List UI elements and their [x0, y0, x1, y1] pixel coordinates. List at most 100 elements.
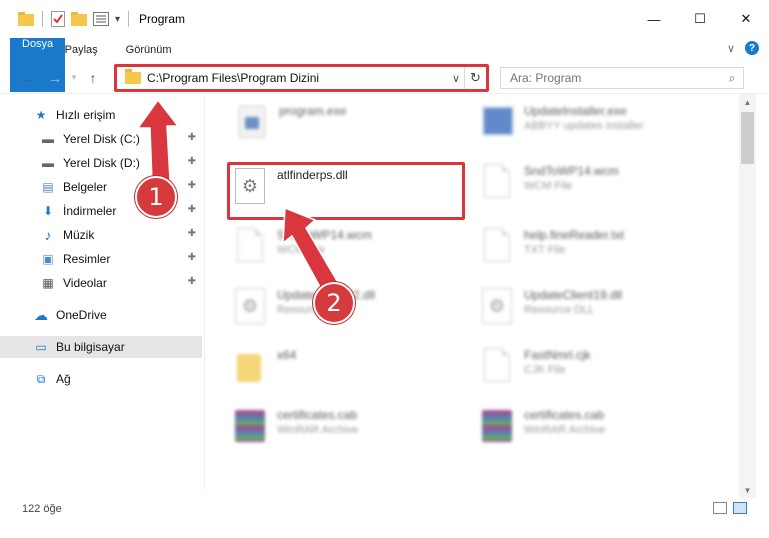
file-name: UpdateInstaller.exe — [524, 104, 627, 118]
tab-view[interactable]: Görünüm — [112, 38, 186, 62]
search-box[interactable]: ⌕ — [500, 67, 744, 89]
pin-icon[interactable]: ✚ — [188, 252, 196, 263]
file-item[interactable]: certificates.cab WinRAR Archive — [233, 406, 463, 460]
pin-icon[interactable]: ✚ — [188, 180, 196, 191]
file-name: certificates.cab — [277, 408, 358, 422]
sidebar-item-label: Videolar — [63, 276, 107, 290]
address-path[interactable]: C:\Program Files\Program Dizini — [147, 71, 448, 85]
file-name: SndToWP14.wcm — [524, 164, 619, 178]
document-icon — [480, 348, 514, 388]
sidebar-item-label: OneDrive — [56, 308, 107, 322]
vertical-scrollbar[interactable]: ▲ ▼ — [739, 94, 756, 498]
document-icon — [233, 228, 267, 268]
sidebar-item-network[interactable]: ⧉ Ağ — [0, 368, 202, 390]
file-item[interactable]: FastNmrl.cjk CJK File — [480, 346, 730, 400]
file-item[interactable]: SndToWP14.wcm WCM File — [233, 226, 463, 280]
sidebar-item-onedrive[interactable]: ☁ OneDrive — [0, 304, 202, 326]
file-name: SndToWP14.wcm — [277, 228, 372, 242]
expand-ribbon-icon[interactable]: ∨ — [727, 42, 735, 55]
folder-icon — [125, 69, 141, 84]
gear-file-icon: ⚙ — [233, 288, 267, 328]
file-list: program.exe UpdateInstaller.exe ABBYY upd… — [205, 94, 739, 490]
archive-icon — [480, 408, 514, 448]
help-icon[interactable]: ? — [745, 41, 759, 55]
file-name: program.exe — [279, 104, 347, 118]
pin-icon[interactable]: ✚ — [188, 228, 196, 239]
view-details-icon[interactable] — [93, 12, 109, 26]
maximize-button[interactable]: ☐ — [677, 0, 723, 38]
address-bar[interactable]: C:\Program Files\Program Dizini ∨ ↻ — [116, 66, 487, 90]
forward-button[interactable]: → — [42, 70, 68, 86]
step-2-badge: 2 — [313, 282, 355, 324]
sidebar-item-local-disk-d[interactable]: ▬ Yerel Disk (D:) ✚ — [0, 152, 202, 174]
toolbar-divider — [42, 11, 43, 27]
pin-icon[interactable]: ✚ — [188, 132, 196, 143]
status-bar: 122 öğe — [0, 498, 769, 520]
view-switcher — [713, 502, 747, 514]
documents-icon: ▤ — [42, 180, 54, 194]
cloud-icon: ☁ — [34, 306, 48, 323]
videos-icon: ▦ — [42, 276, 54, 290]
sidebar-item-label: Yerel Disk (C:) — [63, 132, 140, 146]
file-item[interactable]: SndToWP14.wcm WCM File — [480, 162, 730, 216]
file-item[interactable]: certificates.cab WinRAR Archive — [480, 406, 730, 460]
search-input[interactable] — [510, 71, 721, 85]
search-icon[interactable]: ⌕ — [721, 71, 743, 86]
minimize-button[interactable]: — — [631, 0, 677, 38]
close-button[interactable]: ✕ — [723, 0, 769, 38]
sidebar-item-local-disk-c[interactable]: ▬ Yerel Disk (C:) ✚ — [0, 128, 202, 150]
file-item[interactable]: ⚙ UpdateClient19.dll Resource DLL — [480, 286, 730, 340]
computer-icon: ▭ — [35, 340, 47, 354]
file-type: WCM File — [277, 244, 326, 256]
sidebar-item-label: Belgeler — [63, 180, 108, 194]
new-folder-icon[interactable] — [71, 12, 87, 26]
details-view-icon[interactable] — [713, 502, 727, 514]
file-type: WinRAR Archive — [277, 424, 359, 436]
refresh-button[interactable]: ↻ — [464, 67, 486, 89]
archive-icon — [233, 408, 267, 448]
file-item[interactable]: x64 — [233, 346, 463, 400]
large-icons-view-icon[interactable] — [733, 502, 747, 514]
sidebar-item-label: Ağ — [56, 372, 71, 386]
quick-access-toolbar: ▾ — [0, 0, 131, 38]
sidebar-item-videos[interactable]: ▦ Videolar ✚ — [0, 272, 202, 294]
pin-icon[interactable]: ✚ — [188, 156, 196, 167]
file-highlight-box — [227, 162, 465, 220]
toolbar-divider — [128, 11, 130, 27]
file-item[interactable]: UpdateInstaller.exe ABBYY updates install… — [480, 102, 730, 156]
file-type: Resource DLL — [524, 304, 595, 316]
pin-icon[interactable]: ✚ — [188, 276, 196, 287]
properties-icon[interactable] — [51, 11, 65, 27]
file-name: x64 — [277, 348, 297, 362]
file-type: WinRAR Archive — [524, 424, 606, 436]
sidebar-item-quick-access[interactable]: ★ Hızlı erişim — [0, 104, 202, 126]
sidebar-item-this-pc[interactable]: ▭ Bu bilgisayar — [0, 336, 202, 358]
chevron-down-icon[interactable]: ∨ — [448, 72, 464, 85]
installer-icon — [480, 104, 514, 144]
file-type: ABBYY updates installer — [524, 120, 644, 132]
file-name: FastNmrl.cjk — [524, 348, 591, 362]
sidebar-item-label: Bu bilgisayar — [56, 340, 125, 354]
scroll-up-arrow[interactable]: ▲ — [739, 94, 756, 110]
sidebar-item-music[interactable]: ♪ Müzik ✚ — [0, 224, 202, 246]
document-icon — [480, 228, 514, 268]
sidebar-item-label: Yerel Disk (D:) — [63, 156, 140, 170]
folder-icon[interactable] — [18, 12, 34, 26]
file-type: TXT File — [524, 244, 566, 256]
file-item[interactable]: help.fineReader.txt TXT File — [480, 226, 730, 280]
sidebar-item-label: Müzik — [63, 228, 95, 242]
recent-locations-button[interactable]: ▾ — [68, 72, 80, 83]
window-title: Program — [139, 12, 186, 26]
sidebar-item-label: İndirmeler — [63, 204, 117, 218]
up-button[interactable]: ↑ — [80, 70, 106, 86]
folder-icon — [233, 348, 267, 388]
pin-icon[interactable]: ✚ — [188, 204, 196, 215]
back-button[interactable]: ← — [16, 70, 42, 86]
scroll-thumb[interactable] — [741, 112, 754, 164]
file-item[interactable]: program.exe — [235, 102, 465, 156]
sidebar-item-pictures[interactable]: ▣ Resimler ✚ — [0, 248, 202, 270]
downloads-icon: ⬇ — [42, 204, 54, 218]
scroll-down-arrow[interactable]: ▼ — [739, 482, 756, 498]
navigation-bar: ← → ▾ ↑ C:\Program Files\Program Dizini … — [0, 62, 769, 94]
customize-toolbar-dropdown[interactable]: ▾ — [115, 14, 120, 25]
